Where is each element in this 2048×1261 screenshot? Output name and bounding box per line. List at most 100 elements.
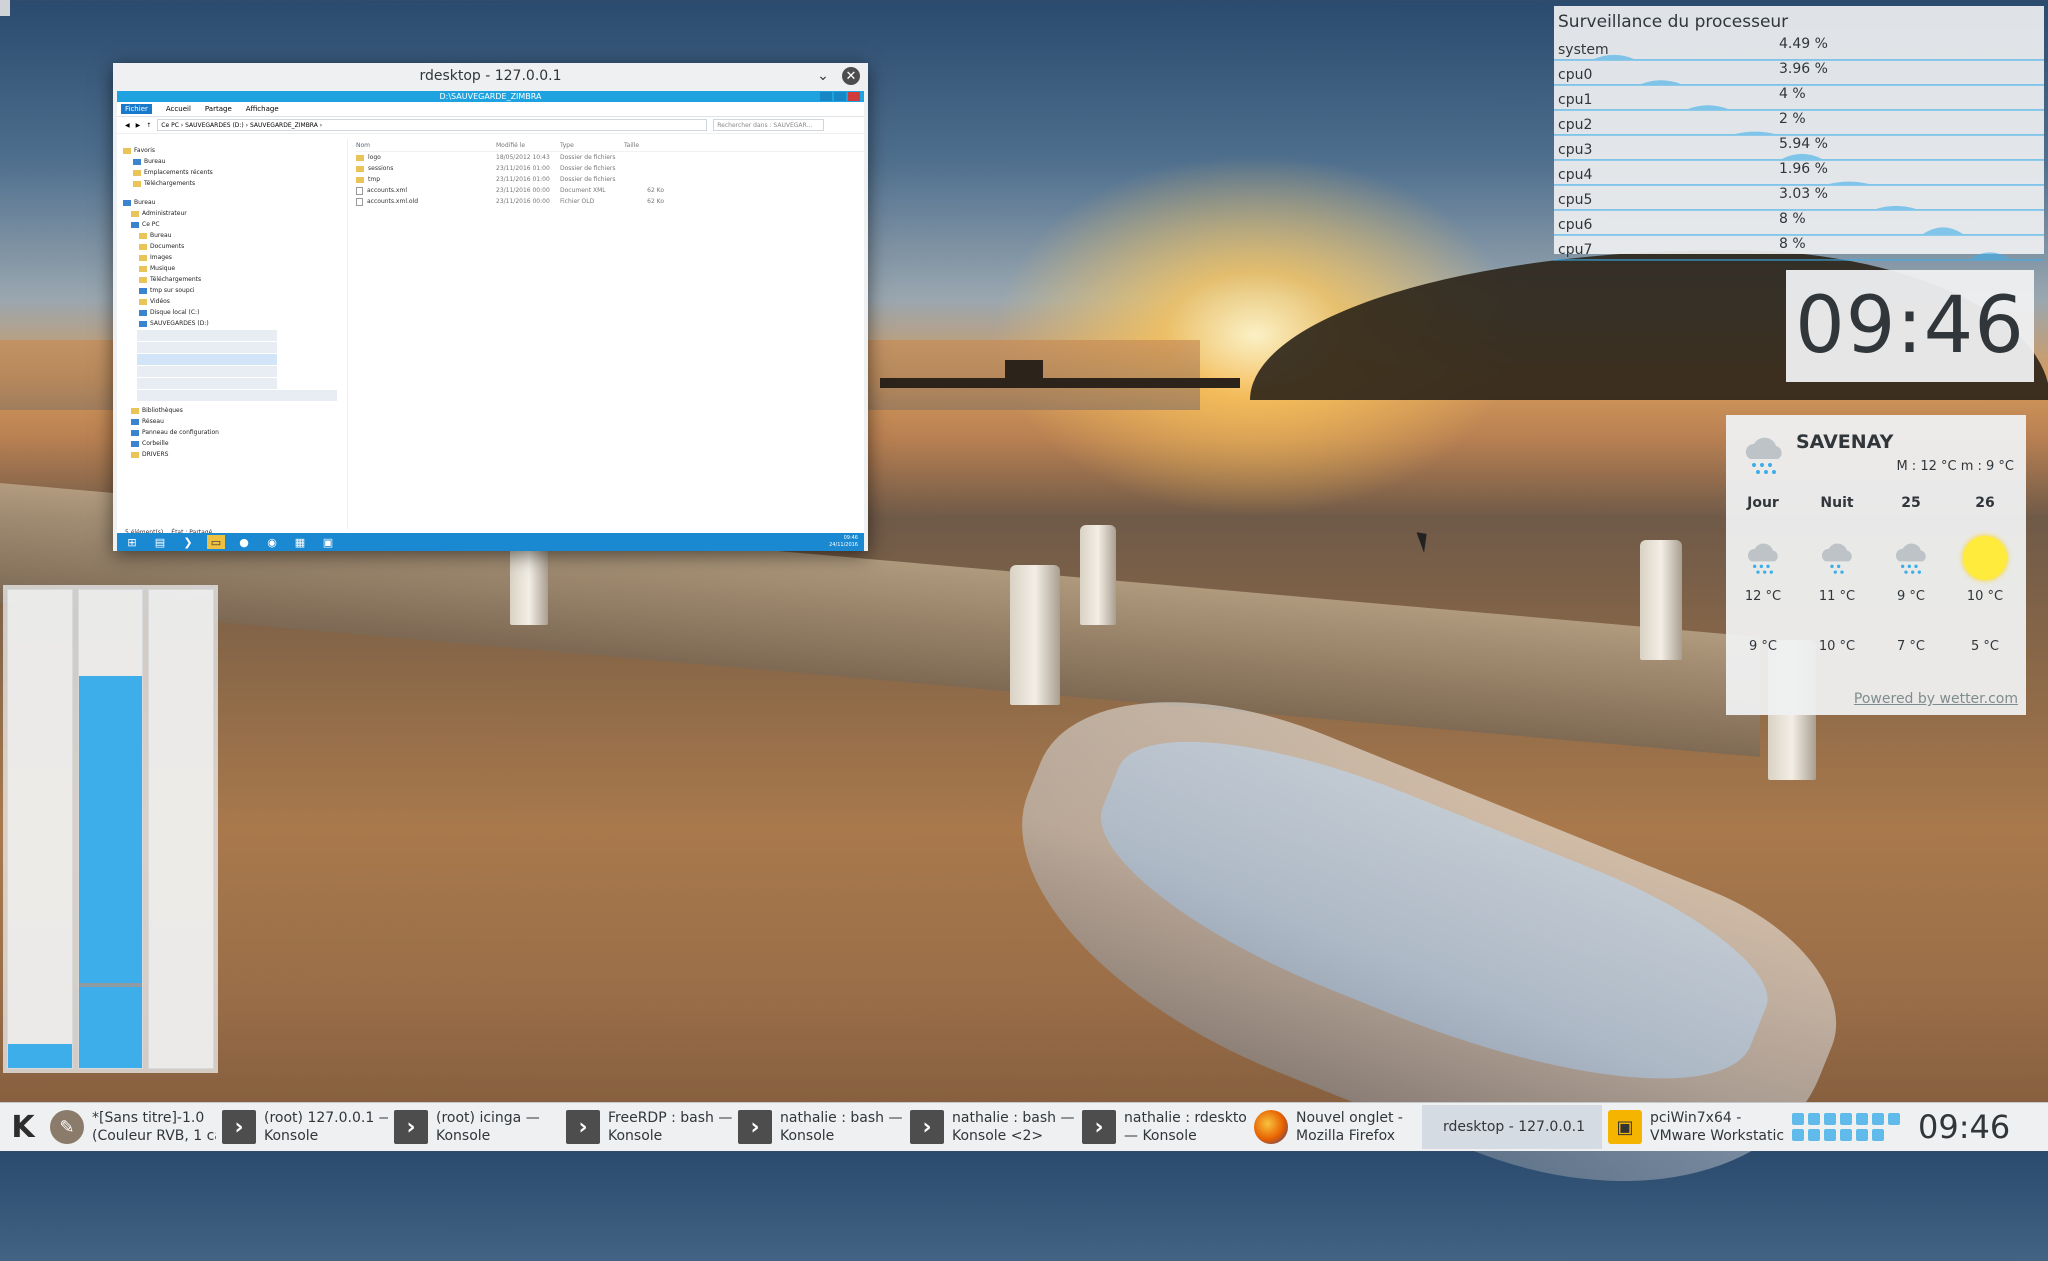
tree-item[interactable]: Ce PC <box>117 219 347 230</box>
tree-item[interactable]: Bureau <box>117 156 347 167</box>
file-list-header: Nom Modifié le Type Taille <box>356 139 864 152</box>
tree-item[interactable]: Panneau de configuration <box>117 427 347 438</box>
file-row[interactable]: accounts.xml.old 23/11/2016 00:00 Fichie… <box>356 196 864 207</box>
tray-icon[interactable] <box>1808 1113 1820 1125</box>
tree-item[interactable]: Téléchargements <box>117 274 347 285</box>
tree-item[interactable]: Images <box>117 252 347 263</box>
windows-clock[interactable]: 09:46 24/11/2016 <box>829 535 858 549</box>
tree-item[interactable]: Bureau <box>117 230 347 241</box>
info-icon[interactable] <box>1808 1129 1820 1141</box>
konsole-icon: › <box>1082 1110 1116 1144</box>
tree-item[interactable]: Favoris <box>117 145 347 156</box>
file-date: 23/11/2016 01:00 <box>496 165 550 172</box>
tree-item[interactable]: DRIVERS <box>117 449 347 460</box>
windows-start-icon[interactable]: ⊞ <box>123 535 141 549</box>
ribbon-tab-partage[interactable]: Partage <box>205 105 232 113</box>
tree-item[interactable]: Administrateur <box>117 208 347 219</box>
task-label: nathalie : bash — Konsole <box>780 1110 903 1144</box>
wallpaper-post <box>1010 565 1060 705</box>
task-gimp[interactable]: ✎ *[Sans titre]-1.0(Couleur RVB, 1 calc <box>46 1105 216 1149</box>
tray-icon[interactable] <box>1792 1113 1804 1125</box>
tree-item[interactable]: Disque local (C:) <box>117 307 347 318</box>
digital-clock-widget[interactable]: 09:46 <box>1786 270 2034 382</box>
explorer-titlebar[interactable]: D:\SAUVEGARDE_ZIMBRA <box>117 91 864 102</box>
rdesktop-titlebar[interactable]: rdesktop - 127.0.0.1 ⌄ ✕ <box>113 63 868 89</box>
rdesktop-window[interactable]: rdesktop - 127.0.0.1 ⌄ ✕ D:\SAUVEGARDE_Z… <box>113 63 868 551</box>
explorer-close-button[interactable] <box>848 92 860 101</box>
explorer-search-input[interactable]: Rechercher dans : SAUVEGAR... <box>713 119 825 131</box>
control-panel-icon <box>131 429 139 436</box>
file-row[interactable]: sessions 23/11/2016 01:00 Dossier de fic… <box>356 163 864 174</box>
task-konsole[interactable]: › FreeRDP : bash — Konsole <box>562 1105 732 1149</box>
tray-icon[interactable] <box>1840 1113 1852 1125</box>
task-konsole[interactable]: › nathalie : rdesktop — Konsole <box>1078 1105 1248 1149</box>
explorer-minimize-button[interactable] <box>820 92 832 101</box>
task-konsole[interactable]: › (root) icinga — Konsole <box>390 1105 560 1149</box>
ribbon-tab-fichier[interactable]: Fichier <box>121 104 152 114</box>
tree-item[interactable]: Musique <box>117 263 347 274</box>
tree-blurred-entry <box>137 390 337 401</box>
task-konsole[interactable]: › nathalie : bash — Konsole <box>734 1105 904 1149</box>
powershell-icon[interactable]: ❯ <box>179 535 197 549</box>
column-header-type[interactable]: Type <box>560 142 624 149</box>
tree-item[interactable]: Corbeille <box>117 438 347 449</box>
tree-item[interactable]: Réseau <box>117 416 347 427</box>
tray-icon[interactable] <box>1840 1129 1852 1141</box>
close-icon[interactable]: ✕ <box>842 67 860 85</box>
file-size: 62 Ko <box>647 187 664 194</box>
network-tool-icon[interactable]: ◉ <box>263 535 281 549</box>
tree-item[interactable]: Bureau <box>117 197 347 208</box>
tree-item[interactable]: Téléchargements <box>117 178 347 189</box>
file-list[interactable]: Nom Modifié le Type Taille logo 18/05/20… <box>348 139 864 529</box>
explorer-maximize-button[interactable] <box>834 92 846 101</box>
panel-clock[interactable]: 09:46 <box>1918 1108 2010 1146</box>
tree-blurred-entry <box>137 330 277 341</box>
column-header-name[interactable]: Nom <box>356 142 496 149</box>
battery-icon[interactable] <box>1856 1129 1868 1141</box>
file-row[interactable]: accounts.xml 23/11/2016 00:00 Document X… <box>356 185 864 196</box>
cpu-graph-line <box>1554 105 2044 110</box>
tray-icon[interactable] <box>1792 1129 1804 1141</box>
server-manager-icon[interactable]: ▤ <box>151 535 169 549</box>
tree-item[interactable]: tmp sur soupci <box>117 285 347 296</box>
tree-label: Panneau de configuration <box>142 429 219 436</box>
remote-desktop-view[interactable]: D:\SAUVEGARDE_ZIMBRA Fichier Accueil Par… <box>117 91 864 551</box>
tree-item[interactable]: SAUVEGARDES (D:) <box>117 318 347 329</box>
task-rdesktop-active[interactable]: rdesktop - 127.0.0.1 <box>1422 1105 1602 1149</box>
app-icon[interactable]: ▦ <box>291 535 309 549</box>
navigation-tree[interactable]: Favoris Bureau Emplacements récents Télé… <box>117 139 348 529</box>
task-konsole[interactable]: › (root) 127.0.0.1 — Konsole <box>218 1105 388 1149</box>
up-arrow-icon[interactable]: ↑ <box>146 122 151 129</box>
bluetooth-icon[interactable] <box>1856 1113 1868 1125</box>
task-konsole[interactable]: › nathalie : bash — Konsole <2> <box>906 1105 1076 1149</box>
ribbon-tab-affichage[interactable]: Affichage <box>246 105 279 113</box>
address-bar[interactable]: Ce PC › SAUVEGARDES (D:) › SAUVEGARDE_ZI… <box>157 119 708 131</box>
file-row[interactable]: logo 18/05/2012 10:43 Dossier de fichier… <box>356 152 864 163</box>
task-vmware[interactable]: ▣ pciWin7x64 - VMware Workstatic <box>1604 1105 1784 1149</box>
weather-powered-link[interactable]: Powered by wetter.com <box>1854 691 2018 707</box>
app-icon[interactable]: ▣ <box>319 535 337 549</box>
tray-icon[interactable] <box>1824 1129 1836 1141</box>
tree-label: tmp sur soupci <box>150 287 195 294</box>
tree-item[interactable]: Bibliothèques <box>117 405 347 416</box>
file-explorer-icon[interactable]: ▭ <box>207 535 225 549</box>
tree-item[interactable]: Emplacements récents <box>117 167 347 178</box>
explorer-address-row: ◀ ▶ ↑ Ce PC › SAUVEGARDES (D:) › SAUVEGA… <box>117 117 864 134</box>
volume-icon[interactable] <box>1872 1129 1884 1141</box>
firefox-icon[interactable]: ● <box>235 535 253 549</box>
forward-arrow-icon[interactable]: ▶ <box>136 122 141 129</box>
file-row[interactable]: tmp 23/11/2016 01:00 Dossier de fichiers <box>356 174 864 185</box>
minimize-chevron-icon[interactable]: ⌄ <box>814 67 832 85</box>
column-header-size[interactable]: Taille <box>624 142 664 149</box>
clipboard-icon[interactable] <box>1888 1113 1900 1125</box>
tray-icon[interactable] <box>1872 1113 1884 1125</box>
tree-item[interactable]: Vidéos <box>117 296 347 307</box>
kde-menu-icon[interactable]: K <box>0 1103 46 1151</box>
tray-icon[interactable] <box>1824 1113 1836 1125</box>
weather-widget: SAVENAY M : 12 °C m : 9 °C Jour 12 °C 9 … <box>1726 415 2026 715</box>
task-firefox[interactable]: Nouvel onglet - Mozilla Firefox <box>1250 1105 1420 1149</box>
tree-item[interactable]: Documents <box>117 241 347 252</box>
back-arrow-icon[interactable]: ◀ <box>125 122 130 129</box>
ribbon-tab-accueil[interactable]: Accueil <box>166 105 191 113</box>
column-header-date[interactable]: Modifié le <box>496 142 560 149</box>
